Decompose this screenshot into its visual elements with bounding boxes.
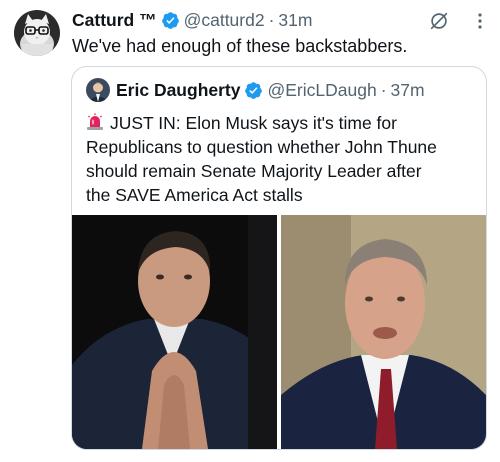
photo-man-speaking-icon: [281, 215, 486, 449]
quoted-media-grid: [72, 215, 486, 449]
tweet-text: We've had enough of these backstabbers.: [72, 36, 408, 56]
separator: ·: [268, 9, 275, 30]
quoted-author-avatar[interactable]: [86, 78, 110, 102]
quoted-tweet-header: Eric Daugherty @EricLDaugh · 37m: [86, 77, 425, 103]
tweet[interactable]: Catturd ™ @catturd2 · 31m We've had enou…: [0, 0, 500, 462]
catturd-avatar[interactable]: [14, 10, 60, 56]
more-options-icon[interactable]: [470, 10, 490, 32]
quoted-separator: ·: [380, 79, 387, 100]
person-avatar-icon: [86, 78, 110, 102]
quoted-verified-badge-icon: [245, 81, 263, 99]
author-handle[interactable]: @catturd2: [184, 10, 265, 31]
quoted-author-handle[interactable]: @EricLDaugh: [267, 80, 376, 101]
grok-icon[interactable]: [428, 10, 450, 32]
verified-badge-icon: [161, 11, 179, 29]
photo-1[interactable]: [72, 215, 277, 449]
siren-icon: [87, 113, 103, 130]
tweet-timestamp[interactable]: 31m: [278, 10, 312, 31]
tweet-header: Catturd ™ @catturd2 · 31m: [72, 8, 312, 32]
quoted-tweet-text: JUST IN: Elon Musk says it's time for Re…: [86, 113, 437, 205]
photo-2[interactable]: [281, 215, 486, 449]
photo-man-hands-clasped-icon: [72, 215, 277, 449]
quoted-author-name[interactable]: Eric Daugherty: [116, 80, 240, 101]
quoted-timestamp[interactable]: 37m: [391, 80, 425, 101]
quoted-tweet-body: JUST IN: Elon Musk says it's time for Re…: [86, 111, 478, 207]
cat-avatar-icon: [14, 10, 60, 56]
author-name[interactable]: Catturd ™: [72, 10, 157, 31]
quoted-tweet[interactable]: Eric Daugherty @EricLDaugh · 37m JUST IN…: [71, 66, 487, 450]
